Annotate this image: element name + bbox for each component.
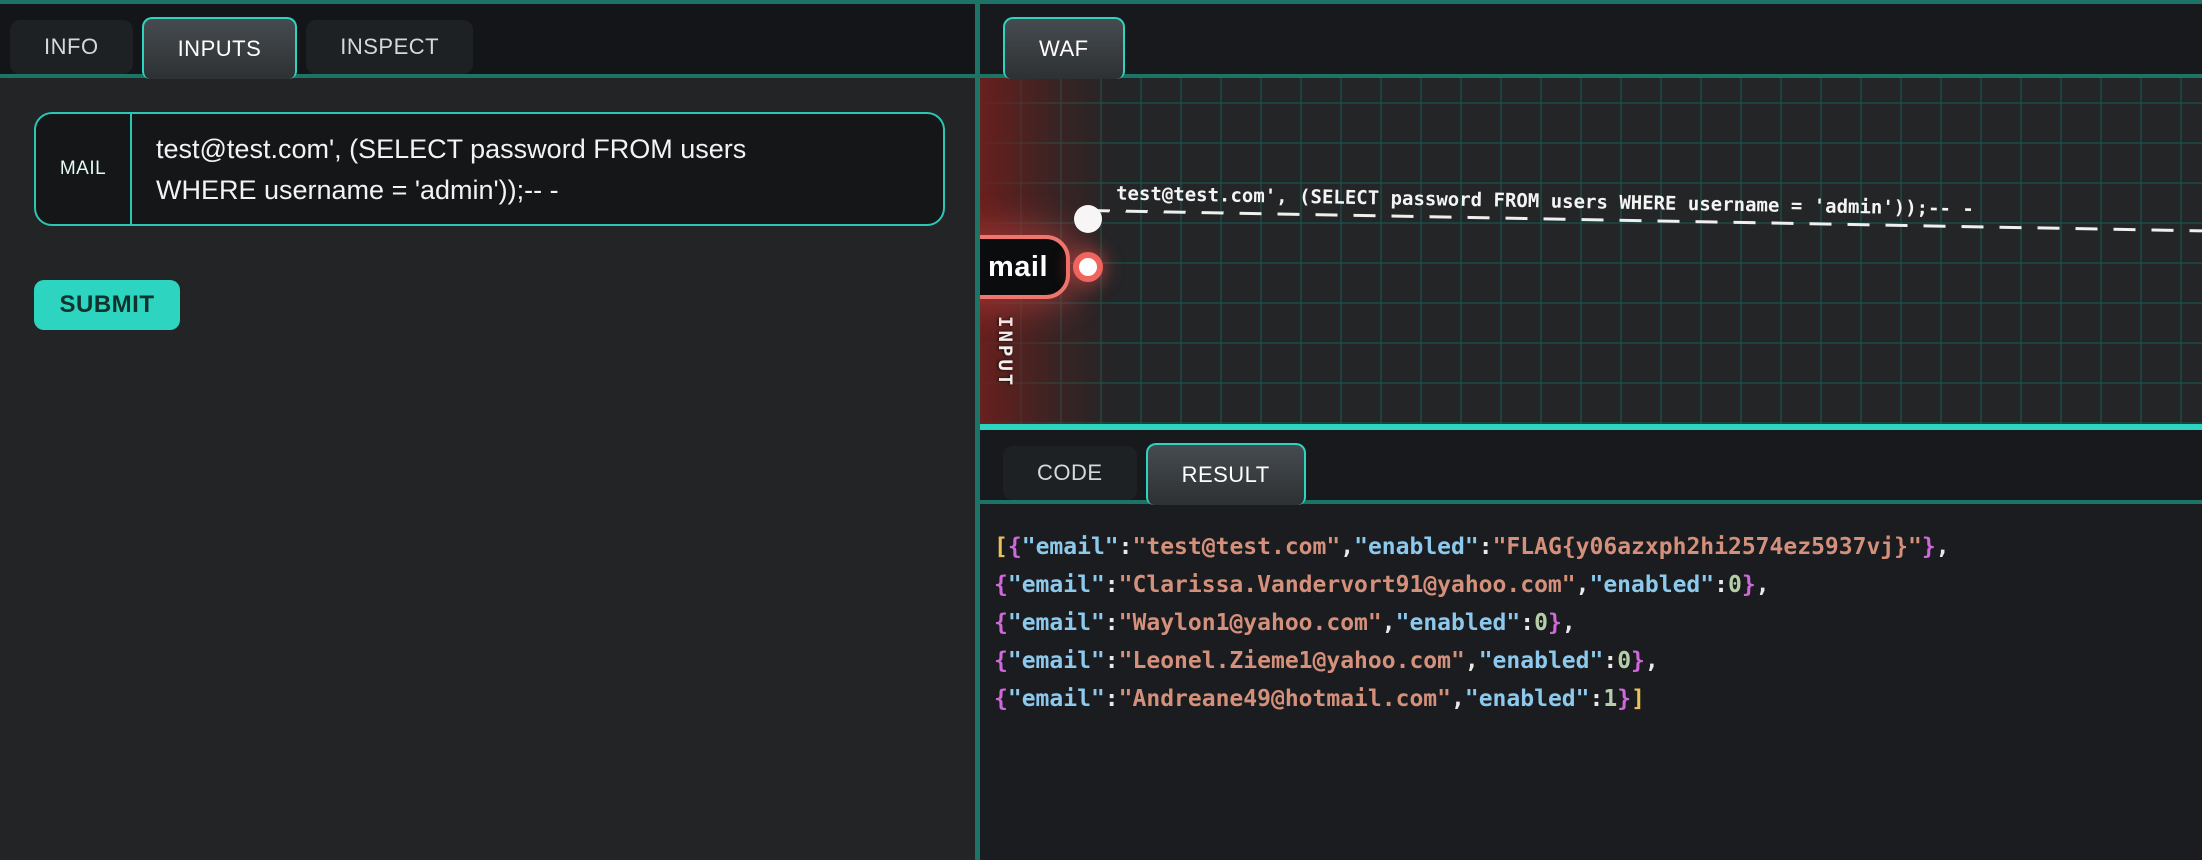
mail-node-port-dot — [1073, 252, 1103, 282]
panel-divider — [975, 0, 980, 860]
mail-input-label: MAIL — [36, 114, 132, 224]
output-tabbar: CODE RESULT — [980, 430, 2202, 504]
tab-waf[interactable]: WAF — [1003, 17, 1125, 79]
mail-input-value[interactable]: test@test.com', (SELECT password FROM us… — [132, 114, 872, 224]
input-lane-label: INPUT — [994, 316, 1016, 388]
tab-info[interactable]: INFO — [10, 20, 133, 74]
result-line: {"email":"Andreane49@hotmail.com","enabl… — [994, 680, 2192, 718]
waf-result-panel: WAF INPUT mail test@test.com', (SELECT p… — [980, 4, 2202, 860]
tab-inputs[interactable]: INPUTS — [142, 17, 298, 79]
flow-start-dot — [1074, 205, 1102, 233]
result-line: [{"email":"test@test.com","enabled":"FLA… — [994, 528, 2192, 566]
flow-payload: test@test.com', (SELECT password FROM us… — [1088, 182, 2202, 233]
result-line: {"email":"Leonel.Zieme1@yahoo.com","enab… — [994, 642, 2192, 680]
result-line: {"email":"Waylon1@yahoo.com","enabled":0… — [994, 604, 2192, 642]
tab-result[interactable]: RESULT — [1146, 443, 1306, 505]
result-line: {"email":"Clarissa.Vandervort91@yahoo.co… — [994, 566, 2192, 604]
top-accent-line — [0, 0, 2202, 4]
waf-tabbar: WAF — [980, 4, 2202, 78]
tab-inspect[interactable]: INSPECT — [306, 20, 473, 74]
inputs-content: MAIL test@test.com', (SELECT password FR… — [0, 78, 975, 860]
mail-flow-node-label: mail — [988, 251, 1048, 284]
submit-button[interactable]: SUBMIT — [34, 280, 180, 330]
waf-flow-visualization: INPUT mail test@test.com', (SELECT passw… — [980, 78, 2202, 424]
result-code: [{"email":"test@test.com","enabled":"FLA… — [994, 528, 2192, 718]
result-output: [{"email":"test@test.com","enabled":"FLA… — [980, 504, 2202, 860]
app-window: INFO INPUTS INSPECT MAIL test@test.com',… — [0, 0, 2202, 860]
tab-code[interactable]: CODE — [1003, 446, 1137, 500]
mail-flow-node: mail — [980, 235, 1070, 299]
inputs-panel: INFO INPUTS INSPECT MAIL test@test.com',… — [0, 4, 975, 860]
left-tabbar: INFO INPUTS INSPECT — [0, 4, 975, 78]
mail-input-field[interactable]: MAIL test@test.com', (SELECT password FR… — [34, 112, 945, 226]
